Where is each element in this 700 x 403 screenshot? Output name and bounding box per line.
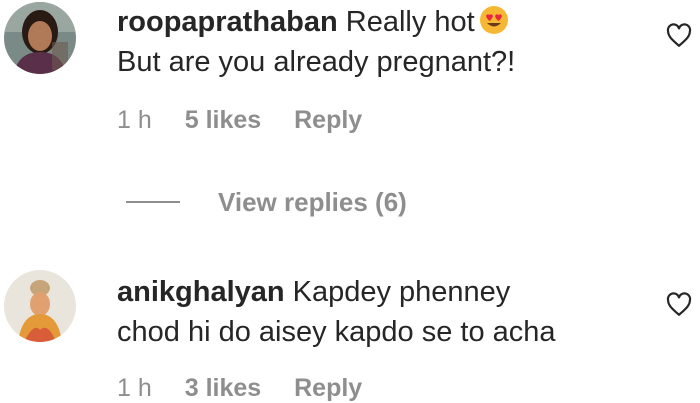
comment-time: 1 h [117,106,152,134]
comment-likes[interactable]: 3 likes [185,374,261,402]
comment-meta: 1 h 5 likes Reply [117,106,388,135]
avatar[interactable] [4,2,76,74]
avatar[interactable] [4,270,76,342]
view-replies-button[interactable]: View replies (6) [126,182,407,222]
comment-time: 1 h [117,374,152,402]
comment-text-line1: Really hot [345,6,475,38]
heart-eyes-emoji [479,6,508,34]
reply-button[interactable]: Reply [294,106,362,134]
heart-outline-icon[interactable] [666,23,692,49]
comment-text-line2: chod hi do aisey kapdo se to acha [117,316,556,348]
reply-button[interactable]: Reply [294,374,362,402]
comment-text-line2: But are you already pregnant?! [117,46,516,78]
comment-username[interactable]: roopaprathaban [117,6,338,38]
view-replies-divider [126,201,180,203]
avatar-photo [4,2,76,74]
comment-text: anikghalyan Kapdey phenney chod hi do ais… [117,272,637,352]
comment-item: roopaprathaban Really hot But are you alr… [0,0,700,180]
heart-outline-icon[interactable] [666,292,692,318]
comment-item: anikghalyan Kapdey phenney chod hi do ais… [0,260,700,403]
comment-text-line1: Kapdey phenney [292,276,511,308]
view-replies-label: View replies (6) [218,186,407,217]
comment-likes[interactable]: 5 likes [185,106,261,134]
comment-meta: 1 h 3 likes Reply [117,374,388,403]
avatar-photo [4,270,76,342]
comment-username[interactable]: anikghalyan [117,276,285,308]
comment-text: roopaprathaban Really hot But are you alr… [117,2,637,82]
